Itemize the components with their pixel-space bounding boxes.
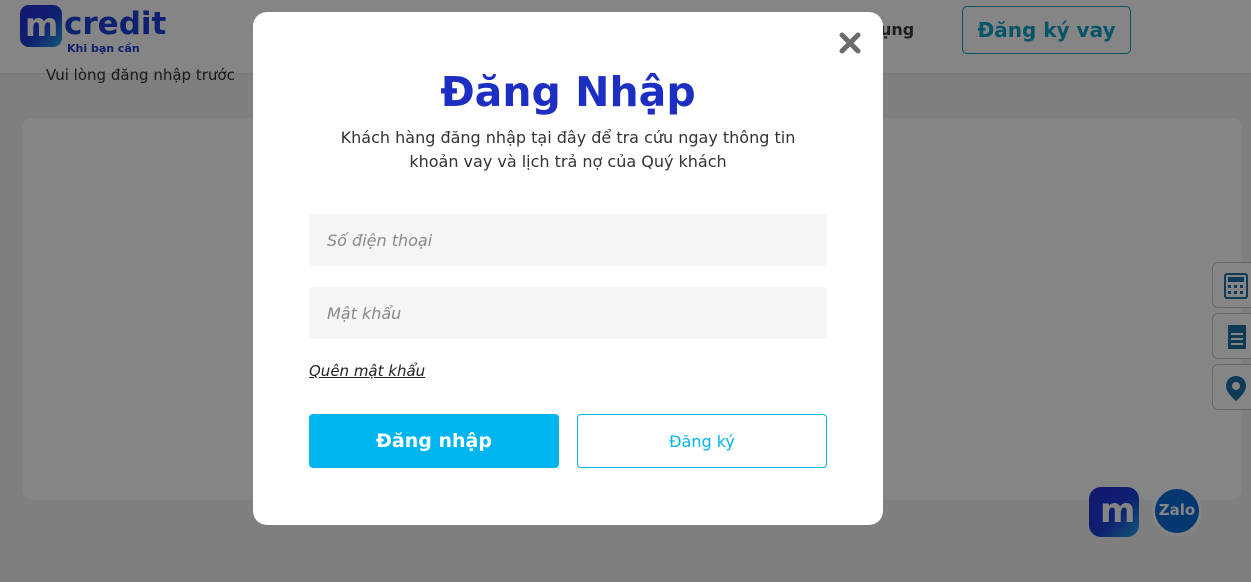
modal-subtitle: Khách hàng đăng nhập tại đây để tra cứu … bbox=[340, 128, 796, 171]
close-button[interactable] bbox=[837, 30, 863, 56]
password-input[interactable] bbox=[309, 287, 827, 339]
modal-title: Đăng Nhập bbox=[440, 68, 696, 116]
login-button[interactable]: Đăng nhập bbox=[309, 414, 559, 468]
register-button[interactable]: Đăng ký bbox=[577, 414, 827, 468]
close-icon bbox=[839, 32, 861, 54]
forgot-password-link[interactable]: Quên mật khẩu bbox=[309, 362, 425, 380]
phone-input[interactable] bbox=[309, 214, 827, 266]
login-modal: Đăng Nhập Khách hàng đăng nhập tại đây đ… bbox=[253, 12, 883, 525]
